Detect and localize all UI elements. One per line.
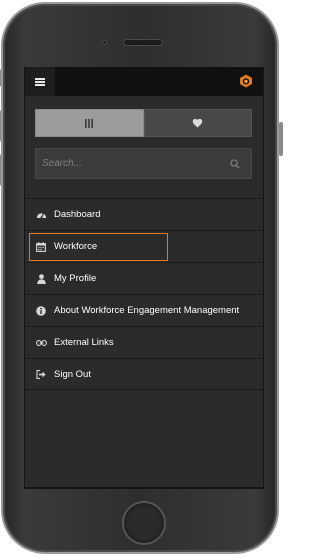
menu-item-label: Workforce xyxy=(54,241,98,252)
navigation-menu: Dashboard Workforce My Profile About Wor… xyxy=(25,198,263,390)
menu-item-label: About Workforce Engagement Management xyxy=(54,305,240,316)
favorites-toggle[interactable] xyxy=(143,109,252,137)
heart-icon xyxy=(192,118,203,128)
sign-out-icon xyxy=(36,369,46,379)
menu-button[interactable] xyxy=(25,67,55,96)
menu-item-about[interactable]: About Workforce Engagement Management xyxy=(25,294,263,326)
menu-item-dashboard[interactable]: Dashboard xyxy=(25,198,263,230)
volume-up-button xyxy=(0,110,1,142)
dashboard-gauge-icon xyxy=(36,213,46,219)
menu-item-label: My Profile xyxy=(54,273,97,284)
home-button[interactable] xyxy=(122,501,166,545)
menu-item-label: Dashboard xyxy=(54,209,101,220)
power-button xyxy=(279,122,283,156)
screen-bottom-edge xyxy=(25,487,263,489)
silent-switch xyxy=(0,69,1,87)
app-screen: Dashboard Workforce xyxy=(24,67,264,489)
menu-item-sign-out[interactable]: Sign Out xyxy=(25,358,263,390)
link-icon xyxy=(35,339,47,346)
earpiece-speaker xyxy=(123,39,163,46)
menu-item-label: External Links xyxy=(54,337,114,348)
top-bar xyxy=(25,67,263,96)
hamburger-menu-icon xyxy=(35,77,45,86)
user-icon xyxy=(36,273,46,284)
grid-columns-icon xyxy=(85,118,94,128)
list-view-toggle[interactable] xyxy=(35,109,144,137)
volume-down-button xyxy=(0,154,1,186)
search-icon[interactable] xyxy=(230,159,240,169)
menu-item-label: Sign Out xyxy=(54,368,91,380)
menu-item-workforce[interactable]: Workforce xyxy=(25,230,263,262)
search-box xyxy=(35,148,252,179)
view-toggle xyxy=(35,109,252,137)
logo-icon xyxy=(240,74,252,88)
front-camera xyxy=(102,40,107,45)
menu-item-my-profile[interactable]: My Profile xyxy=(25,262,263,294)
search-input[interactable] xyxy=(36,149,216,178)
calendar-icon xyxy=(36,241,46,252)
menu-item-external-links[interactable]: External Links xyxy=(25,326,263,358)
info-icon xyxy=(36,305,46,316)
